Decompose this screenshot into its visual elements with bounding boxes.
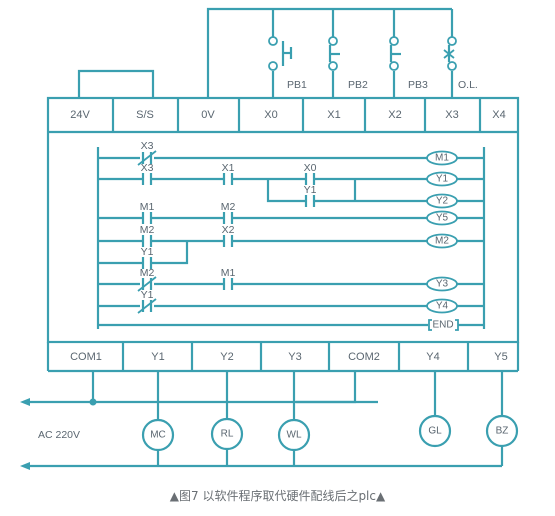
terminal-x2: X2 bbox=[388, 109, 401, 121]
contact-label: M1 bbox=[140, 201, 155, 213]
contact-label: X0 bbox=[304, 162, 317, 174]
contact-label: X1 bbox=[222, 162, 235, 174]
coil-label: M2 bbox=[435, 236, 449, 247]
contact-label: X3 bbox=[141, 140, 154, 152]
load-rl-label: RL bbox=[221, 429, 234, 440]
contact-label: Y1 bbox=[141, 289, 154, 301]
pb1-switch-icon bbox=[268, 36, 293, 71]
overload-contact-icon bbox=[443, 36, 457, 71]
arrow-left-icon bbox=[20, 398, 30, 406]
end-instruction: END bbox=[432, 320, 453, 331]
coil-label: Y5 bbox=[436, 213, 449, 224]
load-mc-label: MC bbox=[150, 430, 166, 441]
output-terminal-strip: COM1 Y1 Y2 Y3 COM2 Y4 Y5 bbox=[46, 342, 520, 373]
terminal-y3: Y3 bbox=[288, 351, 301, 363]
pb3-label: PB3 bbox=[408, 79, 428, 91]
coil-label: M1 bbox=[435, 153, 449, 164]
coil-label: Y2 bbox=[436, 196, 449, 207]
output-wiring: AC 220V MC RL WL GL BZ bbox=[20, 371, 519, 470]
pb1-label: PB1 bbox=[287, 79, 307, 91]
terminal-x0: X0 bbox=[264, 109, 277, 121]
contact-label: Y1 bbox=[304, 184, 317, 196]
terminal-ss: S/S bbox=[136, 109, 154, 121]
contact-label: M2 bbox=[221, 201, 236, 213]
load-wl-label: WL bbox=[287, 430, 302, 441]
coil-label: Y1 bbox=[436, 174, 449, 185]
coil-label: Y3 bbox=[436, 279, 449, 290]
terminal-24v: 24V bbox=[70, 109, 90, 121]
contact-label: X3 bbox=[141, 162, 154, 174]
pb2-label: PB2 bbox=[348, 79, 368, 91]
terminal-y2: Y2 bbox=[220, 351, 233, 363]
terminal-com2: COM2 bbox=[348, 351, 380, 363]
contact-label: M2 bbox=[140, 224, 155, 236]
terminal-com1: COM1 bbox=[70, 351, 102, 363]
terminal-y5: Y5 bbox=[494, 351, 507, 363]
load-gl-label: GL bbox=[428, 426, 442, 437]
terminal-0v: 0V bbox=[201, 109, 215, 121]
terminal-y4: Y4 bbox=[426, 351, 439, 363]
contact-label: M1 bbox=[221, 267, 236, 279]
supply-label: AC 220V bbox=[38, 429, 80, 441]
pb2-switch-icon bbox=[328, 36, 340, 71]
contact-label: X2 bbox=[222, 224, 235, 236]
arrow-left-icon bbox=[20, 462, 30, 470]
pb3-switch-icon bbox=[389, 36, 401, 71]
figure-caption: ▲图7 以软件程序取代硬件配线后之plc▲ bbox=[169, 489, 386, 503]
load-bz-label: BZ bbox=[496, 426, 509, 437]
ol-label: O.L. bbox=[458, 79, 478, 91]
input-wiring: PB1 PB2 PB3 O.L. bbox=[77, 7, 478, 98]
terminal-x3: X3 bbox=[445, 109, 458, 121]
terminal-x1: X1 bbox=[327, 109, 340, 121]
coil-label: Y4 bbox=[436, 301, 449, 312]
terminal-x4: X4 bbox=[492, 109, 505, 121]
contact-label: M2 bbox=[140, 267, 155, 279]
jumper-24v-ss bbox=[77, 69, 155, 98]
terminal-y1: Y1 bbox=[151, 351, 164, 363]
contact-label: Y1 bbox=[141, 246, 154, 258]
junction-dot bbox=[89, 398, 97, 406]
plc-wiring-diagram: PB1 PB2 PB3 O.L. 24V S/S 0V X0 X1 X2 X3 … bbox=[20, 7, 520, 470]
